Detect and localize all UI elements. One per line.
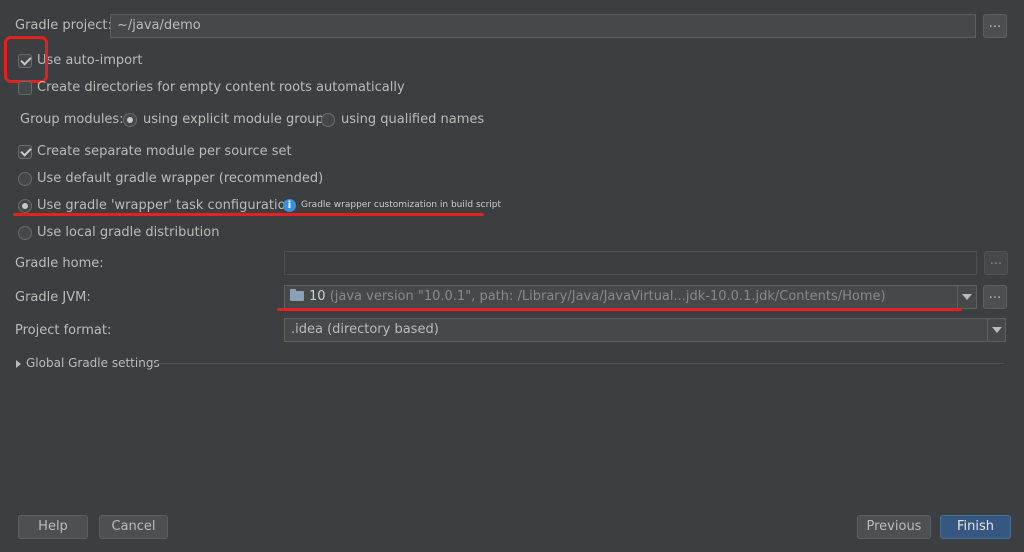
gradle-project-input[interactable]: ~/java/demo: [110, 14, 976, 38]
info-icon: i: [283, 199, 296, 212]
group-qualified-radio[interactable]: [321, 113, 335, 127]
gradle-jvm-dropdown-arrow[interactable]: [957, 285, 975, 309]
gradle-project-browse-button[interactable]: ...: [983, 14, 1007, 38]
highlight-box: [4, 36, 48, 83]
jvm-detail: (java version "10.0.1", path: /Library/J…: [329, 289, 886, 304]
gradle-home-label: Gradle home:: [15, 256, 104, 271]
previous-button[interactable]: Previous: [857, 515, 931, 539]
default-wrapper-label: Use default gradle wrapper (recommended): [37, 171, 324, 186]
folder-icon: [290, 291, 304, 301]
gradle-jvm-label: Gradle JVM:: [15, 290, 91, 305]
group-explicit-radio[interactable]: [123, 113, 137, 127]
gradle-jvm-browse-button[interactable]: ...: [983, 285, 1007, 309]
gradle-home-input[interactable]: [284, 251, 977, 275]
finish-button[interactable]: Finish: [940, 515, 1011, 539]
project-format-label: Project format:: [15, 323, 112, 338]
auto-import-label: Use auto-import: [37, 53, 143, 68]
local-distribution-radio[interactable]: [18, 226, 32, 240]
separate-module-label: Create separate module per source set: [37, 144, 292, 159]
expand-arrow-icon[interactable]: [16, 360, 21, 368]
group-modules-label: Group modules:: [20, 112, 124, 127]
folder-tab-icon: [290, 289, 296, 292]
local-distribution-label: Use local gradle distribution: [37, 225, 220, 240]
wrapper-info-text: Gradle wrapper customization in build sc…: [301, 200, 502, 210]
global-settings-label[interactable]: Global Gradle settings: [26, 356, 160, 370]
annotation-underline: [13, 213, 484, 216]
create-dirs-checkbox[interactable]: [18, 81, 32, 95]
jvm-version: 10: [309, 289, 326, 304]
default-wrapper-radio[interactable]: [18, 172, 32, 186]
section-divider: [152, 363, 1004, 364]
create-dirs-label: Create directories for empty content roo…: [37, 80, 405, 95]
separate-module-checkbox[interactable]: [18, 145, 32, 159]
annotation-underline-jvm: [277, 308, 962, 311]
gradle-jvm-select[interactable]: 10 (java version "10.0.1", path: /Librar…: [284, 285, 977, 309]
project-format-dropdown-arrow[interactable]: [987, 318, 1005, 342]
wrapper-task-radio[interactable]: [18, 199, 32, 213]
cancel-button[interactable]: Cancel: [99, 515, 168, 539]
project-format-select[interactable]: .idea (directory based): [284, 318, 1006, 342]
group-explicit-label: using explicit module groups: [143, 112, 331, 127]
gradle-project-label: Gradle project:: [15, 18, 112, 33]
group-qualified-label: using qualified names: [341, 112, 485, 127]
gradle-home-browse-button[interactable]: ...: [984, 251, 1008, 275]
help-button[interactable]: Help: [18, 515, 88, 539]
wrapper-task-label: Use gradle 'wrapper' task configuration: [37, 198, 294, 213]
